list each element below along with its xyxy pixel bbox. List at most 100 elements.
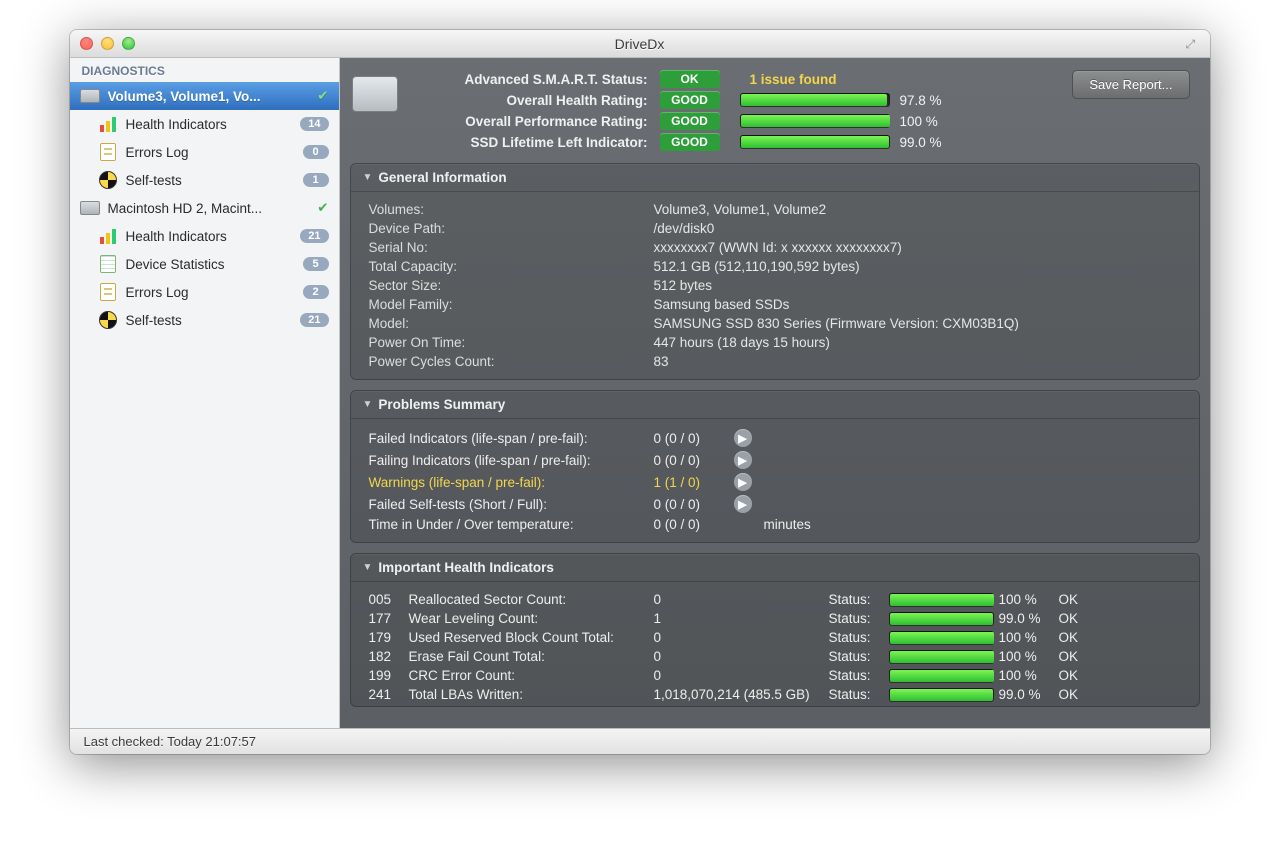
indicator-row: 179 Used Reserved Block Count Total: 0 S… bbox=[369, 628, 1181, 647]
section-header-general[interactable]: ▼ General Information bbox=[351, 164, 1199, 192]
count-badge: 14 bbox=[300, 117, 328, 131]
go-button[interactable]: ▶ bbox=[734, 495, 752, 513]
sidebar-item-label: Errors Log bbox=[126, 145, 303, 160]
info-row: Device Path:/dev/disk0 bbox=[369, 219, 1181, 238]
indicator-pct: 99.0 % bbox=[999, 611, 1059, 626]
sidebar-item[interactable]: Device Statistics 5 bbox=[70, 250, 339, 278]
indicator-id: 199 bbox=[369, 668, 409, 683]
minimize-icon[interactable] bbox=[101, 37, 114, 50]
indicator-name: Erase Fail Count Total: bbox=[409, 649, 654, 664]
info-value: 447 hours (18 days 15 hours) bbox=[654, 335, 1181, 350]
indicator-ok: OK bbox=[1059, 611, 1099, 626]
indicator-name: Wear Leveling Count: bbox=[409, 611, 654, 626]
info-key: Device Path: bbox=[369, 221, 654, 236]
indicator-row: 241 Total LBAs Written: 1,018,070,214 (4… bbox=[369, 685, 1181, 704]
percent-label: 100 % bbox=[890, 114, 970, 129]
info-row: Total Capacity:512.1 GB (512,110,190,592… bbox=[369, 257, 1181, 276]
problem-value: 1 (1 / 0) bbox=[654, 475, 734, 490]
statusbar: Last checked: Today 21:07:57 bbox=[70, 728, 1210, 754]
indicator-ok: OK bbox=[1059, 649, 1099, 664]
disclosure-triangle-icon: ▼ bbox=[363, 562, 373, 573]
go-button[interactable]: ▶ bbox=[734, 429, 752, 447]
info-key: Model Family: bbox=[369, 297, 654, 312]
section-title: Important Health Indicators bbox=[378, 560, 554, 575]
info-value: SAMSUNG SSD 830 Series (Firmware Version… bbox=[654, 316, 1181, 331]
section-indicators: ▼ Important Health Indicators 005 Reallo… bbox=[350, 553, 1200, 707]
status-pill: GOOD bbox=[660, 133, 720, 151]
info-key: Power Cycles Count: bbox=[369, 354, 654, 369]
section-header-problems[interactable]: ▼ Problems Summary bbox=[351, 391, 1199, 419]
info-key: Power On Time: bbox=[369, 335, 654, 350]
go-button[interactable]: ▶ bbox=[734, 451, 752, 469]
indicator-pct: 100 % bbox=[999, 630, 1059, 645]
problem-row: Failed Self-tests (Short / Full): 0 (0 /… bbox=[369, 493, 1181, 515]
sidebar-item[interactable]: Errors Log 0 bbox=[70, 138, 339, 166]
indicator-pct: 100 % bbox=[999, 668, 1059, 683]
indicator-ok: OK bbox=[1059, 592, 1099, 607]
section-title: General Information bbox=[378, 170, 506, 185]
save-report-button[interactable]: Save Report... bbox=[1072, 70, 1189, 99]
sidebar-item[interactable]: Errors Log 2 bbox=[70, 278, 339, 306]
drive-icon bbox=[80, 86, 100, 106]
drive-icon bbox=[80, 198, 100, 218]
status-pill: GOOD bbox=[660, 91, 720, 109]
issue-text: 1 issue found bbox=[740, 72, 970, 87]
health-bar bbox=[740, 114, 890, 128]
info-key: Serial No: bbox=[369, 240, 654, 255]
info-row: Power Cycles Count:83 bbox=[369, 352, 1181, 371]
info-value: Samsung based SSDs bbox=[654, 297, 1181, 312]
problem-key: Time in Under / Over temperature: bbox=[369, 517, 654, 532]
indicator-id: 005 bbox=[369, 592, 409, 607]
percent-label: 99.0 % bbox=[890, 135, 970, 150]
info-value: 512 bytes bbox=[654, 278, 1181, 293]
zoom-icon[interactable] bbox=[122, 37, 135, 50]
status-text: Last checked: Today 21:07:57 bbox=[84, 734, 257, 749]
section-problems: ▼ Problems Summary Failed Indicators (li… bbox=[350, 390, 1200, 543]
disclosure-triangle-icon: ▼ bbox=[363, 172, 373, 183]
problem-value: 0 (0 / 0) bbox=[654, 517, 734, 532]
close-icon[interactable] bbox=[80, 37, 93, 50]
sidebar-item[interactable]: Health Indicators 14 bbox=[70, 110, 339, 138]
info-row: Power On Time:447 hours (18 days 15 hour… bbox=[369, 333, 1181, 352]
section-header-indicators[interactable]: ▼ Important Health Indicators bbox=[351, 554, 1199, 582]
status-label: Status: bbox=[829, 611, 889, 626]
sidebar-item[interactable]: Self-tests 1 bbox=[70, 166, 339, 194]
problem-row: Time in Under / Over temperature: 0 (0 /… bbox=[369, 515, 1181, 534]
sidebar-item[interactable]: Self-tests 21 bbox=[70, 306, 339, 334]
indicator-row: 177 Wear Leveling Count: 1 Status: 99.0 … bbox=[369, 609, 1181, 628]
info-row: Serial No:xxxxxxxx7 (WWN Id: x xxxxxx xx… bbox=[369, 238, 1181, 257]
sidebar-item-label: Volume3, Volume1, Vo... bbox=[108, 89, 312, 104]
count-badge: 21 bbox=[300, 229, 328, 243]
indicator-row: 182 Erase Fail Count Total: 0 Status: 10… bbox=[369, 647, 1181, 666]
indicator-bar bbox=[889, 688, 994, 702]
indicator-name: Reallocated Sector Count: bbox=[409, 592, 654, 607]
problem-unit: minutes bbox=[764, 517, 1181, 532]
app-window: DriveDx ⤢ DIAGNOSTICS Volume3, Volume1, … bbox=[70, 30, 1210, 754]
info-row: Model:SAMSUNG SSD 830 Series (Firmware V… bbox=[369, 314, 1181, 333]
rating-label: Advanced S.M.A.R.T. Status: bbox=[410, 72, 660, 87]
status-pill: GOOD bbox=[660, 112, 720, 130]
sidebar-item[interactable]: Health Indicators 21 bbox=[70, 222, 339, 250]
stats-icon bbox=[98, 254, 118, 274]
count-badge: 2 bbox=[303, 285, 329, 299]
indicator-value: 0 bbox=[654, 649, 829, 664]
sidebar-header: DIAGNOSTICS bbox=[70, 58, 339, 82]
info-value: xxxxxxxx7 (WWN Id: x xxxxxx xxxxxxxx7) bbox=[654, 240, 1181, 255]
indicator-bar bbox=[889, 669, 994, 683]
indicator-value: 0 bbox=[654, 668, 829, 683]
problem-key: Failed Indicators (life-span / pre-fail)… bbox=[369, 431, 654, 446]
problem-row: Warnings (life-span / pre-fail): 1 (1 / … bbox=[369, 471, 1181, 493]
fullscreen-icon[interactable]: ⤢ bbox=[1186, 37, 1200, 51]
indicator-name: Total LBAs Written: bbox=[409, 687, 654, 702]
indicator-name: CRC Error Count: bbox=[409, 668, 654, 683]
sidebar-drive[interactable]: Volume3, Volume1, Vo... ✔ bbox=[70, 82, 339, 110]
problem-value: 0 (0 / 0) bbox=[654, 431, 734, 446]
indicator-value: 1,018,070,214 (485.5 GB) bbox=[654, 687, 829, 702]
info-key: Volumes: bbox=[369, 202, 654, 217]
sidebar-drive[interactable]: Macintosh HD 2, Macint... ✔ bbox=[70, 194, 339, 222]
titlebar: DriveDx ⤢ bbox=[70, 30, 1210, 58]
sidebar-item-label: Device Statistics bbox=[126, 257, 303, 272]
go-button[interactable]: ▶ bbox=[734, 473, 752, 491]
sidebar-item-label: Self-tests bbox=[126, 173, 303, 188]
indicator-value: 1 bbox=[654, 611, 829, 626]
